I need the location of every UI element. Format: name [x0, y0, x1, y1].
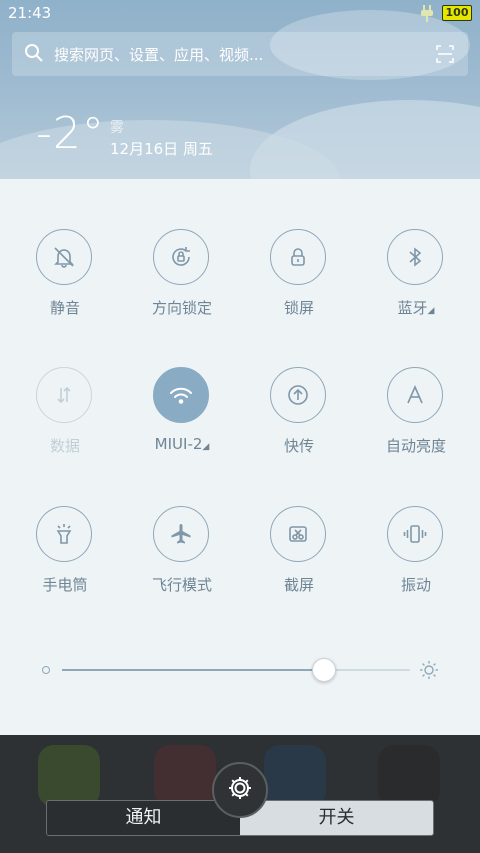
toggle-label: 数据	[49, 437, 80, 455]
toggle-label: 锁屏	[283, 299, 314, 317]
toggle-label: 手电筒	[42, 576, 88, 594]
search-icon	[24, 43, 44, 67]
brightness-low-icon	[42, 666, 50, 674]
brightness-high-icon	[418, 659, 440, 685]
charging-plug-icon	[418, 3, 436, 27]
temperature: -2°	[36, 108, 105, 159]
toggle-label: 飞行模式	[151, 576, 212, 594]
toggle-label: 方向锁定	[151, 299, 212, 317]
gear-icon	[226, 774, 254, 806]
flashlight-icon	[36, 506, 92, 562]
rotation-lock-icon	[153, 229, 209, 285]
search-placeholder: 搜索网页、设置、应用、视频...	[54, 46, 264, 64]
expand-corner-icon: ◢	[202, 442, 210, 452]
toggle-label: 振动	[400, 576, 431, 594]
airplane-icon	[153, 506, 209, 562]
vibrate-icon	[387, 506, 443, 562]
toggle-label-text: MIUI-2	[154, 435, 203, 453]
toggle-label: 截屏	[283, 576, 314, 594]
lock-icon	[270, 229, 326, 285]
toggle-vibrate[interactable]: 振动	[358, 506, 474, 616]
toggle-quick-share[interactable]: 快传	[241, 367, 357, 477]
toggle-wifi[interactable]: MIUI-2◢	[124, 367, 240, 477]
search-bar[interactable]: 搜索网页、设置、应用、视频...	[12, 32, 468, 76]
weather-condition: 雾	[110, 120, 124, 136]
tab-notifications[interactable]: 通知	[47, 801, 240, 835]
toggle-label: 静音	[49, 299, 80, 317]
toggle-airplane-mode[interactable]: 飞行模式	[124, 506, 240, 616]
messages-app-icon	[264, 745, 326, 807]
toggle-label: 蓝牙◢	[358, 297, 474, 318]
weather-date: 12月16日 周五	[110, 140, 213, 158]
app-icon	[154, 745, 216, 807]
quick-share-icon	[270, 367, 326, 423]
toggle-mobile-data[interactable]: 数据	[7, 367, 123, 477]
bluetooth-icon	[387, 229, 443, 285]
toggle-lock-screen[interactable]: 锁屏	[241, 229, 357, 339]
status-time: 21:43	[8, 4, 52, 22]
toggle-auto-brightness[interactable]: 自动亮度	[358, 367, 474, 477]
battery-indicator: 100	[442, 5, 472, 21]
phone-app-icon	[38, 745, 100, 807]
mobile-data-icon	[36, 367, 92, 423]
toggle-flashlight[interactable]: 手电筒	[7, 506, 123, 616]
slider-track-fill	[62, 669, 323, 671]
wifi-icon	[153, 367, 209, 423]
weather-header: 21:43 100 搜索网页、设置、应用、视频... -2° 雾 12月16日 …	[0, 0, 480, 179]
camera-app-icon	[378, 745, 440, 807]
auto-brightness-icon	[387, 367, 443, 423]
toggle-bluetooth[interactable]: 蓝牙◢	[358, 229, 474, 339]
brightness-slider[interactable]	[38, 650, 444, 690]
scan-icon[interactable]	[435, 44, 455, 68]
screenshot-icon	[270, 506, 326, 562]
slider-knob[interactable]	[312, 658, 336, 682]
expand-corner-icon: ◢	[427, 306, 435, 316]
toggle-label: 自动亮度	[385, 437, 446, 455]
settings-button[interactable]	[212, 762, 268, 818]
toggle-screenshot[interactable]: 截屏	[241, 506, 357, 616]
status-bar: 21:43 100	[0, 0, 480, 28]
toggle-rotation-lock[interactable]: 方向锁定	[124, 229, 240, 339]
toggle-silent[interactable]: 静音	[7, 229, 123, 339]
tab-toggles[interactable]: 开关	[240, 801, 433, 835]
toggle-label: MIUI-2◢	[124, 435, 240, 453]
bell-off-icon	[36, 229, 92, 285]
toggle-label: 快传	[283, 437, 314, 455]
toggle-label-text: 蓝牙	[397, 299, 428, 317]
